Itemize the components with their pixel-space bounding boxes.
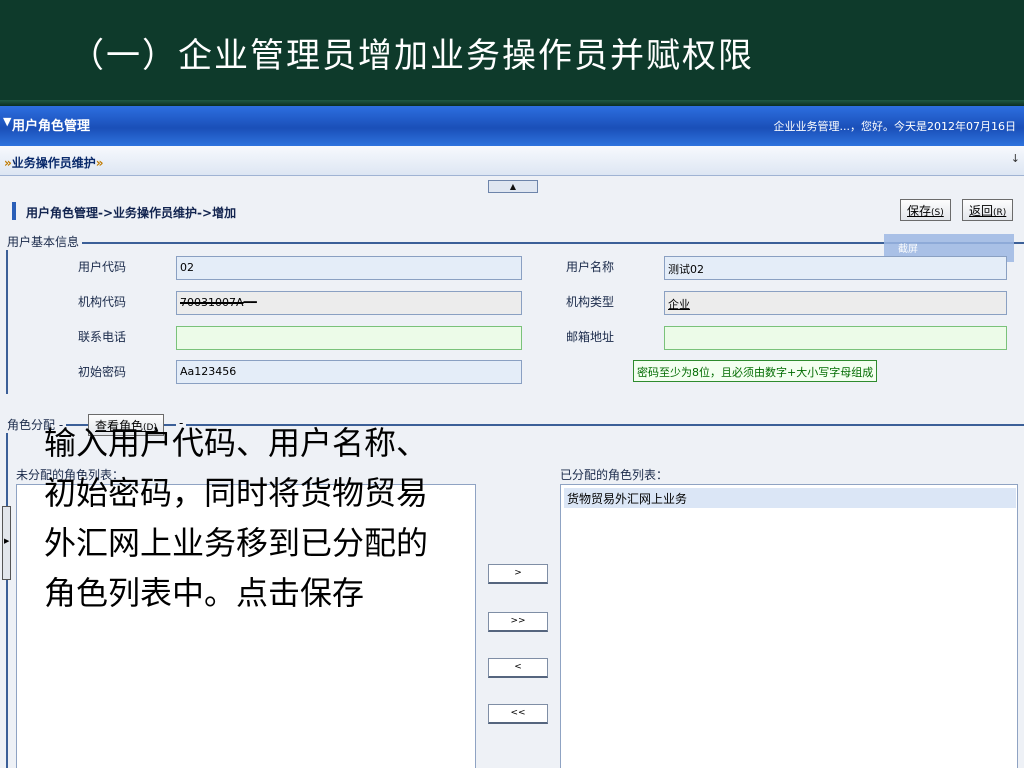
collapse-button[interactable]: ▲ [488, 180, 538, 193]
app-title: 用户角色管理 [12, 119, 91, 134]
greeting-text: 企业业务管理...，您好。今天是2012年07月16日 [773, 120, 1016, 133]
side-panel-handle[interactable]: ▶ [2, 506, 11, 580]
arrow-right-icon: ▶ [4, 537, 10, 545]
back-button[interactable]: 返回(R) [962, 199, 1014, 221]
assigned-role-item[interactable]: 货物贸易外汇网上业务 [564, 488, 1016, 508]
tab-operator-maintenance[interactable]: »业务操作员维护» [4, 154, 104, 171]
save-button[interactable]: 保存(S) [900, 199, 951, 221]
breadcrumb: 用户角色管理->业务操作员维护->增加 [26, 206, 237, 220]
init-password-field[interactable]: Aa123456 [176, 360, 522, 384]
move-all-left-button[interactable]: << [488, 704, 548, 724]
email-label: 邮箱地址 [566, 330, 615, 344]
org-type-field: 企业 [664, 291, 1007, 315]
user-code-field[interactable]: 02 [176, 256, 522, 280]
org-code-label: 机构代码 [78, 295, 127, 309]
phone-label: 联系电话 [78, 330, 127, 344]
user-name-field[interactable]: 测试02 [664, 256, 1007, 280]
instruction-annotation: 输入用户代码、用户名称、初始密码，同时将货物贸易外汇网上业务移到已分配的角色列表… [44, 424, 429, 612]
move-left-button[interactable]: < [488, 658, 548, 678]
save-label: 保存 [907, 204, 932, 218]
back-shortcut: (R) [993, 208, 1007, 218]
nav-bar: »业务操作员维护» ↓ [0, 146, 1024, 176]
assigned-title: 已分配的角色列表： [560, 468, 669, 482]
basic-info-legend: 用户基本信息 [4, 233, 83, 250]
breadcrumb-marker [12, 202, 16, 220]
move-right-button[interactable]: > [488, 564, 548, 584]
save-shortcut: (S) [931, 208, 944, 218]
app-topbar: ▼ 用户角色管理 企业业务管理...，您好。今天是2012年07月16日 [0, 106, 1024, 146]
phone-field[interactable] [176, 326, 522, 350]
org-code-field: 70031007A━━ [176, 291, 522, 315]
back-label: 返回 [969, 204, 994, 218]
password-hint: 密码至少为8位，且必须由数字+大小写字母组成 [633, 360, 878, 382]
email-field[interactable] [664, 326, 1007, 350]
org-code-value: 70031007A [180, 296, 244, 309]
slide-header: （一）企业管理员增加业务操作员并赋权限 [0, 0, 1024, 100]
move-all-right-button[interactable]: >> [488, 612, 548, 632]
user-name-label: 用户名称 [566, 260, 615, 274]
user-code-label: 用户代码 [78, 260, 127, 274]
assigned-role-list[interactable]: 货物贸易外汇网上业务 [560, 484, 1018, 768]
arrow-down-icon[interactable]: ↓ [1011, 152, 1020, 165]
breadcrumb-row: 用户角色管理->业务操作员维护->增加 保存(S) 返回(R) [0, 194, 1024, 224]
init-password-label: 初始密码 [78, 365, 127, 379]
slide-title: （一）企业管理员增加业务操作员并赋权限 [70, 36, 754, 76]
caret-down-icon: ▼ [3, 115, 12, 128]
tab-label: 业务操作员维护 [11, 156, 96, 170]
org-type-label: 机构类型 [566, 295, 615, 309]
